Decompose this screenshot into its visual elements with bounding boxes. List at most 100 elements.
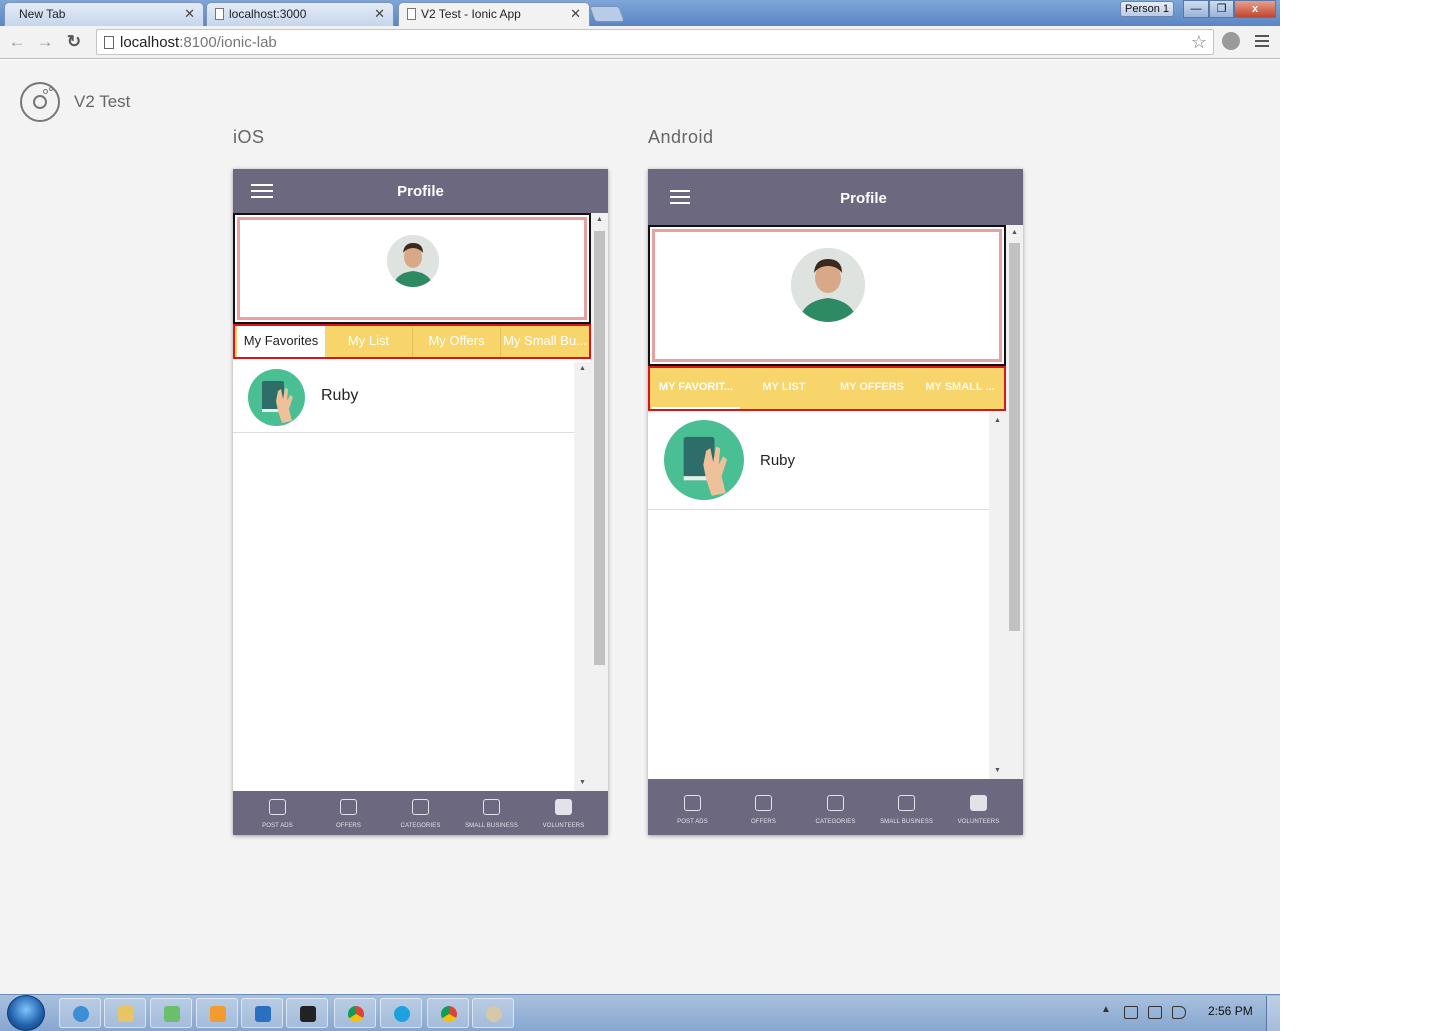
scrollbar[interactable]: ▲	[591, 213, 608, 791]
tab-small-business[interactable]: SMALL BUSINESS	[869, 779, 944, 835]
tab-offers[interactable]: OFFERS	[726, 779, 801, 835]
tab-small-business[interactable]: SMALL BUSINESS	[454, 791, 529, 835]
segment-my-favorites[interactable]: My Favorites	[237, 326, 325, 357]
tab-label: OFFERS	[751, 819, 776, 825]
scroll-down-icon[interactable]: ▼	[989, 766, 1006, 776]
clock[interactable]: 2:56 PM	[1208, 1004, 1253, 1018]
platform-label-android: Android	[648, 127, 714, 147]
taskbar-app-file-explorer[interactable]	[104, 998, 146, 1028]
bottom-tabbar: POST ADS OFFERS CATEGORIES SMALL BUSINES…	[648, 779, 1023, 835]
tab-post-ads[interactable]: POST ADS	[655, 779, 730, 835]
screen: New Tab ✕ localhost:3000 ✕ V2 Test - Ion…	[0, 0, 1448, 1031]
network-icon[interactable]	[1148, 1006, 1162, 1019]
address-bar[interactable]: localhost:8100/ionic-lab ☆	[96, 29, 1214, 55]
avatar[interactable]	[791, 248, 865, 322]
tab-label: CATEGORIES	[815, 819, 856, 825]
taskbar-app-internet-explorer[interactable]	[59, 998, 101, 1028]
segment-my-list[interactable]: My List	[325, 326, 413, 357]
back-button[interactable]: ←	[6, 31, 28, 53]
avatar[interactable]	[387, 235, 439, 287]
book-hand-icon	[248, 369, 305, 431]
browser-tab-localhost-3000[interactable]: localhost:3000 ✕	[206, 2, 394, 26]
maximize-button[interactable]: ❐	[1209, 0, 1234, 18]
segment-my-small-business[interactable]: MY SMALL ...	[916, 368, 1004, 409]
segment-my-offers[interactable]: MY OFFERS	[828, 368, 916, 409]
trophy-icon	[269, 799, 286, 815]
trophy-icon	[684, 795, 701, 811]
list-item[interactable]: Ruby	[233, 362, 574, 433]
browser-tab-v2-test[interactable]: V2 Test - Ionic App ✕	[398, 2, 590, 27]
profile-card	[233, 213, 591, 324]
minimize-button[interactable]: —	[1183, 0, 1209, 18]
scrollbar-thumb[interactable]	[594, 231, 605, 665]
list-scrollbar[interactable]: ▲ ▼	[989, 412, 1006, 779]
bus-icon	[483, 799, 500, 815]
taskbar-app-chrome-canary[interactable]	[427, 998, 469, 1028]
close-icon[interactable]: ✕	[184, 6, 195, 22]
segment-my-offers[interactable]: My Offers	[413, 326, 501, 357]
tab-label: VOLUNTEERS	[542, 823, 585, 829]
volume-icon[interactable]	[1172, 1006, 1186, 1019]
chrome-menu-icon[interactable]	[1255, 35, 1269, 50]
tab-label: New Tab	[19, 7, 66, 21]
scroll-up-icon[interactable]: ▲	[1006, 228, 1023, 238]
tab-volunteers[interactable]: VOLUNTEERS	[526, 791, 601, 835]
taskbar-app-chrome[interactable]	[334, 998, 376, 1028]
taskbar-app-visual-studio-code[interactable]	[241, 998, 283, 1028]
list-scrollbar[interactable]: ▲ ▼	[574, 362, 591, 791]
segment-my-list[interactable]: MY LIST	[740, 368, 828, 409]
arrow-right-icon: →	[36, 32, 54, 51]
start-button[interactable]	[7, 995, 45, 1031]
scroll-up-icon[interactable]: ▲	[574, 364, 591, 374]
tab-post-ads[interactable]: POST ADS	[240, 791, 315, 835]
reload-button[interactable]: ↻	[63, 31, 85, 53]
avatar-photo	[387, 235, 439, 287]
list-item[interactable]: Ruby	[648, 412, 989, 510]
taskbar-app-command-prompt[interactable]	[286, 998, 328, 1028]
close-icon[interactable]: ✕	[570, 6, 581, 22]
page-icon	[407, 8, 416, 20]
navbar: Profile	[233, 169, 608, 213]
taskbar-app-media-player[interactable]	[196, 998, 238, 1028]
ionic-lab-page: V2 Test iOS Android Profile My Favorites…	[0, 60, 1280, 994]
forward-button[interactable]: →	[34, 31, 56, 53]
new-tab-button[interactable]	[589, 6, 625, 22]
profile-button[interactable]: Person 1	[1120, 1, 1174, 17]
close-icon[interactable]: ✕	[374, 6, 385, 22]
url-path: :8100/ionic-lab	[179, 34, 277, 51]
show-hidden-icons-icon[interactable]: ▲	[1101, 1004, 1111, 1015]
taskbar-app-photo-viewer[interactable]	[150, 998, 192, 1028]
action-center-flag-icon[interactable]	[1124, 1006, 1138, 1019]
tab-label: VOLUNTEERS	[957, 819, 1000, 825]
bus-icon	[898, 795, 915, 811]
scroll-up-icon[interactable]: ▲	[591, 215, 608, 225]
navbar: Profile	[648, 169, 1023, 225]
scroll-up-icon[interactable]: ▲	[989, 416, 1006, 426]
segment-my-favorites[interactable]: MY FAVORIT...	[652, 368, 740, 409]
taskbar-app-paint[interactable]	[472, 998, 514, 1028]
page-title: Profile	[840, 190, 887, 207]
scroll-down-icon[interactable]: ▼	[574, 778, 591, 788]
tab-categories[interactable]: CATEGORIES	[798, 779, 873, 835]
bookmark-star-icon[interactable]: ☆	[1191, 32, 1207, 53]
globe-icon[interactable]	[1222, 32, 1240, 50]
close-window-button[interactable]: x	[1234, 0, 1276, 18]
browser-tab-new-tab[interactable]: New Tab ✕	[4, 2, 204, 26]
item-label: Ruby	[321, 387, 359, 404]
segment-my-small-business[interactable]: My Small Bu...	[501, 326, 589, 357]
tab-categories[interactable]: CATEGORIES	[383, 791, 458, 835]
android-phone-frame: Profile MY FAVORIT... MY LIST MY OFFERS	[648, 169, 1023, 835]
show-desktop-button[interactable]	[1266, 996, 1280, 1031]
page-icon	[104, 36, 114, 49]
volunteers-icon	[555, 799, 572, 815]
command-prompt-icon	[300, 1006, 316, 1022]
cart-icon	[827, 795, 844, 811]
tab-offers[interactable]: OFFERS	[311, 791, 386, 835]
url-text: localhost:8100/ionic-lab	[120, 34, 277, 51]
tab-label: OFFERS	[336, 823, 361, 829]
visual-studio-code-icon	[255, 1006, 271, 1022]
taskbar-app-skype[interactable]	[380, 998, 422, 1028]
scrollbar-thumb[interactable]	[1009, 243, 1020, 631]
scrollbar[interactable]: ▲	[1006, 225, 1023, 779]
tab-volunteers[interactable]: VOLUNTEERS	[941, 779, 1016, 835]
